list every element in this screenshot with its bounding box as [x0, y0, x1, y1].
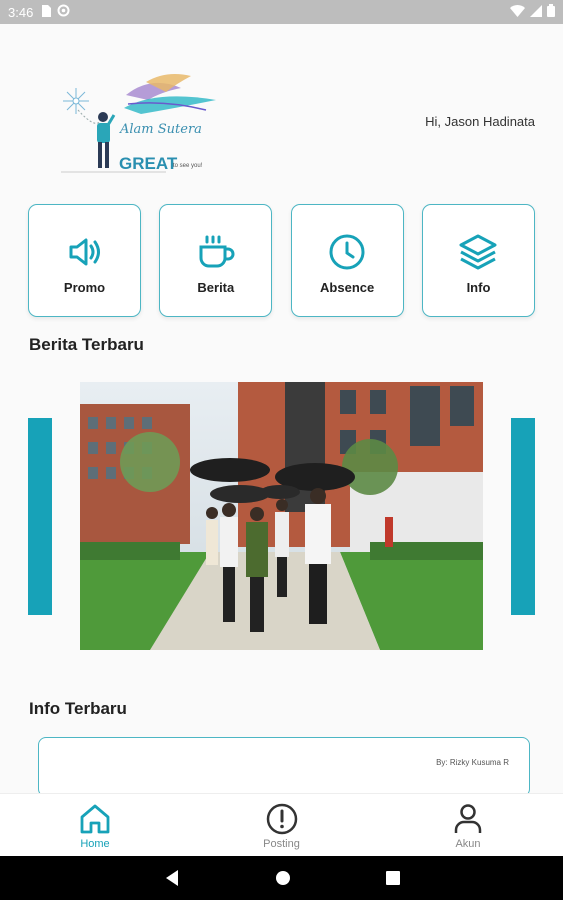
clock-icon [329, 234, 365, 270]
alam-sutera-logo: Alam Sutera GREAT to see you! [56, 70, 231, 180]
nav-home[interactable]: Home [60, 794, 130, 856]
logo-script-text: Alam Sutera [120, 122, 202, 137]
info-section-title: Info Terbaru [29, 699, 127, 718]
user-icon [454, 804, 482, 833]
menu-info-label: Info [466, 280, 491, 295]
coffee-cup-icon [199, 235, 235, 268]
menu-promo-button[interactable]: Promo [28, 204, 141, 317]
sim-icon [41, 4, 52, 20]
bottom-navigation: Home Posting Akun [0, 793, 563, 856]
alert-circle-icon [266, 803, 297, 835]
nav-akun-label: Akun [455, 838, 481, 850]
battery-icon [547, 4, 555, 20]
system-nav-bar [0, 856, 563, 900]
logo-great-text: GREAT [119, 154, 178, 173]
info-card[interactable]: By: Rizky Kusuma R [38, 737, 530, 797]
data-saver-icon [57, 4, 70, 20]
menu-info-button[interactable]: Info [421, 204, 535, 317]
carousel-next-card[interactable] [511, 418, 535, 615]
menu-absence-button[interactable]: Absence [290, 204, 404, 317]
home-circle-icon[interactable] [275, 870, 291, 886]
wifi-icon [510, 4, 525, 20]
nav-home-label: Home [80, 838, 110, 850]
status-right-icons [510, 4, 555, 20]
logo-tagline-text: to see you! [173, 163, 203, 169]
menu-berita-label: Berita [197, 280, 235, 295]
menu-promo-label: Promo [63, 280, 106, 295]
news-carousel-image[interactable] [80, 382, 483, 650]
nav-posting[interactable]: Posting [247, 794, 317, 856]
greeting-text: Hi, Jason Hadinata [425, 114, 535, 129]
speaker-icon [69, 238, 100, 266]
news-section-title: Berita Terbaru [29, 335, 144, 354]
recents-icon[interactable] [385, 871, 400, 885]
info-author: By: Rizky Kusuma R [436, 758, 509, 767]
home-icon [80, 804, 110, 834]
signal-icon [530, 4, 542, 20]
back-icon[interactable] [164, 869, 180, 887]
layers-icon [459, 234, 497, 270]
nav-akun[interactable]: Akun [433, 794, 503, 856]
status-bar: 3:46 [0, 0, 563, 24]
quick-menu: Promo Berita Absence Info [28, 204, 535, 317]
menu-berita-button[interactable]: Berita [159, 204, 273, 317]
carousel-prev-card[interactable] [28, 418, 52, 615]
status-time: 3:46 [8, 4, 34, 20]
menu-absence-label: Absence [320, 280, 375, 295]
app-screen: 3:46 Alam Sutera GREAT to see you! Hi, J… [0, 0, 563, 900]
nav-posting-label: Posting [263, 838, 300, 850]
